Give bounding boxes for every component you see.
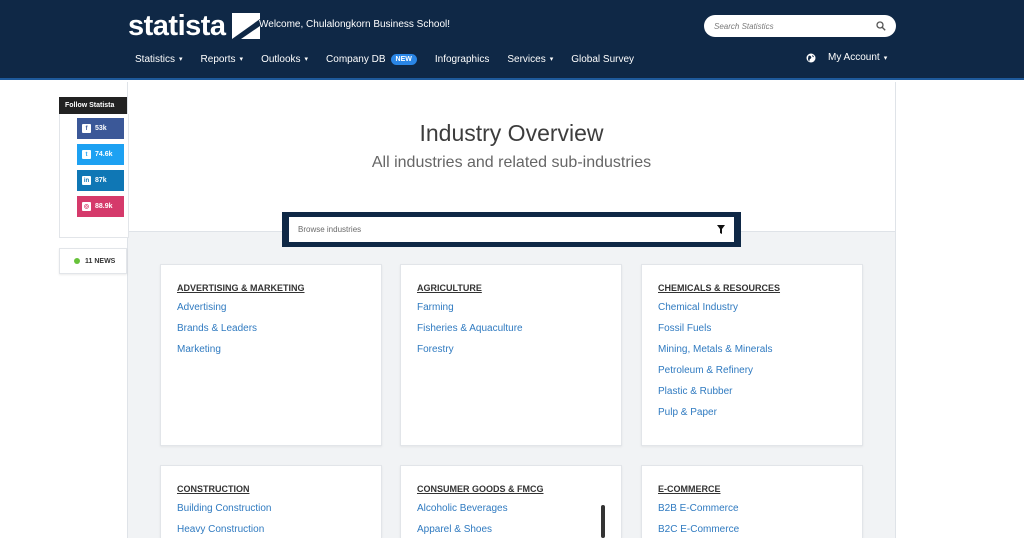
top-header: statista Welcome, Chulalongkorn Business… — [0, 0, 1024, 80]
new-badge: NEW — [390, 53, 417, 65]
card-title[interactable]: AGRICULTURE — [417, 283, 605, 293]
chevron-down-icon: ▾ — [304, 56, 309, 63]
industry-link[interactable]: B2B E-Commerce — [658, 503, 846, 515]
logo-mark-icon — [231, 13, 260, 39]
chevron-down-icon: ▾ — [179, 56, 183, 63]
industry-link[interactable]: Petroleum & Refinery — [658, 365, 846, 377]
nav-global-survey[interactable]: Global Survey — [571, 54, 634, 65]
industry-link[interactable]: Chemical Industry — [658, 302, 846, 314]
industry-link[interactable]: Apparel & Shoes — [417, 524, 605, 536]
filter-icon[interactable] — [717, 225, 725, 234]
account-menu[interactable]: My Account ▾ — [806, 52, 887, 63]
chevron-down-icon: ▾ — [883, 54, 888, 62]
linkedin-icon: in — [82, 176, 91, 185]
nav-company-db[interactable]: Company DB NEW — [326, 53, 417, 65]
browse-industries-input[interactable]: Browse industries — [289, 217, 734, 242]
linkedin-count: 87k — [95, 177, 107, 184]
industry-link[interactable]: Heavy Construction — [177, 524, 365, 536]
search-input[interactable] — [714, 21, 876, 31]
industry-link[interactable]: Marketing — [177, 344, 365, 356]
page-subtitle: All industries and related sub-industrie… — [371, 154, 652, 171]
nav-outlooks[interactable]: Outlooks ▾ — [261, 54, 308, 65]
card-title[interactable]: CONSUMER GOODS & FMCG — [417, 484, 605, 494]
follow-label: Follow Statista — [59, 97, 127, 114]
twitter-count: 74.6k — [95, 151, 113, 158]
welcome-message: Welcome, Chulalongkorn Business School! — [259, 19, 451, 30]
industry-link[interactable]: Plastic & Rubber — [658, 386, 846, 398]
nav-reports[interactable]: Reports ▾ — [201, 54, 244, 65]
search-icon[interactable] — [876, 21, 886, 31]
industry-card: AGRICULTURE Farming Fisheries & Aquacult… — [400, 264, 622, 446]
page-title: Industry Overview — [419, 120, 604, 146]
hero-section: Industry Overview All industries and rel… — [128, 82, 895, 232]
nav-infographics[interactable]: Infographics — [435, 54, 489, 65]
nav-services[interactable]: Services ▾ — [507, 54, 553, 65]
industry-link[interactable]: Advertising — [177, 302, 365, 314]
status-dot — [74, 258, 80, 264]
linkedin-button[interactable]: in 87k — [77, 170, 124, 191]
industry-link[interactable]: Fossil Fuels — [658, 323, 846, 335]
facebook-button[interactable]: f 53k — [77, 118, 124, 139]
industry-link[interactable]: Mining, Metals & Minerals — [658, 344, 846, 356]
search-box[interactable] — [704, 15, 896, 37]
follow-sidebar: Follow Statista f 53k t 74.6k in 87k ◎ 8… — [59, 97, 129, 238]
facebook-count: 53k — [95, 125, 107, 132]
industry-card: CONSUMER GOODS & FMCG Alcoholic Beverage… — [400, 465, 622, 538]
news-label: 11 NEWS — [85, 257, 116, 265]
industry-card: CONSTRUCTION Building Construction Heavy… — [160, 465, 382, 538]
industry-link[interactable]: Alcoholic Beverages — [417, 503, 605, 515]
card-title[interactable]: CONSTRUCTION — [177, 484, 365, 494]
globe-icon[interactable] — [806, 53, 816, 63]
industry-link[interactable]: Farming — [417, 302, 605, 314]
industry-link[interactable]: Brands & Leaders — [177, 323, 365, 335]
industry-link[interactable]: B2C E-Commerce — [658, 524, 846, 536]
account-label: My Account — [828, 52, 880, 63]
industry-link[interactable]: Building Construction — [177, 503, 365, 515]
twitter-button[interactable]: t 74.6k — [77, 144, 124, 165]
chevron-down-icon: ▾ — [239, 56, 244, 63]
main-nav: Statistics ▾ Reports ▾ Outlooks ▾ Company D… — [135, 52, 652, 66]
logo-wordmark: statista — [128, 10, 226, 42]
industry-card: CHEMICALS & RESOURCES Chemical Industry … — [641, 264, 863, 446]
nav-statistics[interactable]: Statistics ▾ — [135, 54, 183, 65]
browse-placeholder: Browse industries — [298, 225, 362, 234]
instagram-button[interactable]: ◎ 88.9k — [77, 196, 124, 217]
card-title[interactable]: E-COMMERCE — [658, 484, 846, 494]
social-links: f 53k t 74.6k in 87k ◎ 88.9k — [59, 114, 129, 238]
industry-link[interactable]: Forestry — [417, 344, 605, 356]
industry-link[interactable]: Pulp & Paper — [658, 407, 846, 419]
chevron-down-icon: ▾ — [549, 56, 554, 63]
facebook-icon: f — [82, 124, 91, 133]
industry-link[interactable]: Fisheries & Aquaculture — [417, 323, 605, 335]
browse-industries-box: Browse industries — [282, 212, 741, 247]
instagram-count: 88.9k — [95, 203, 113, 210]
twitter-icon: t — [82, 150, 91, 159]
industry-card: ADVERTISING & MARKETING Advertising Bran… — [160, 264, 382, 446]
instagram-icon: ◎ — [82, 202, 91, 211]
statista-logo[interactable]: statista — [128, 11, 260, 41]
card-title[interactable]: CHEMICALS & RESOURCES — [658, 283, 846, 293]
card-scrollbar[interactable] — [601, 505, 605, 538]
industry-card: E-COMMERCE B2B E-Commerce B2C E-Commerce — [641, 465, 863, 538]
card-title[interactable]: ADVERTISING & MARKETING — [177, 283, 365, 293]
news-button[interactable]: 11 NEWS — [59, 248, 127, 274]
